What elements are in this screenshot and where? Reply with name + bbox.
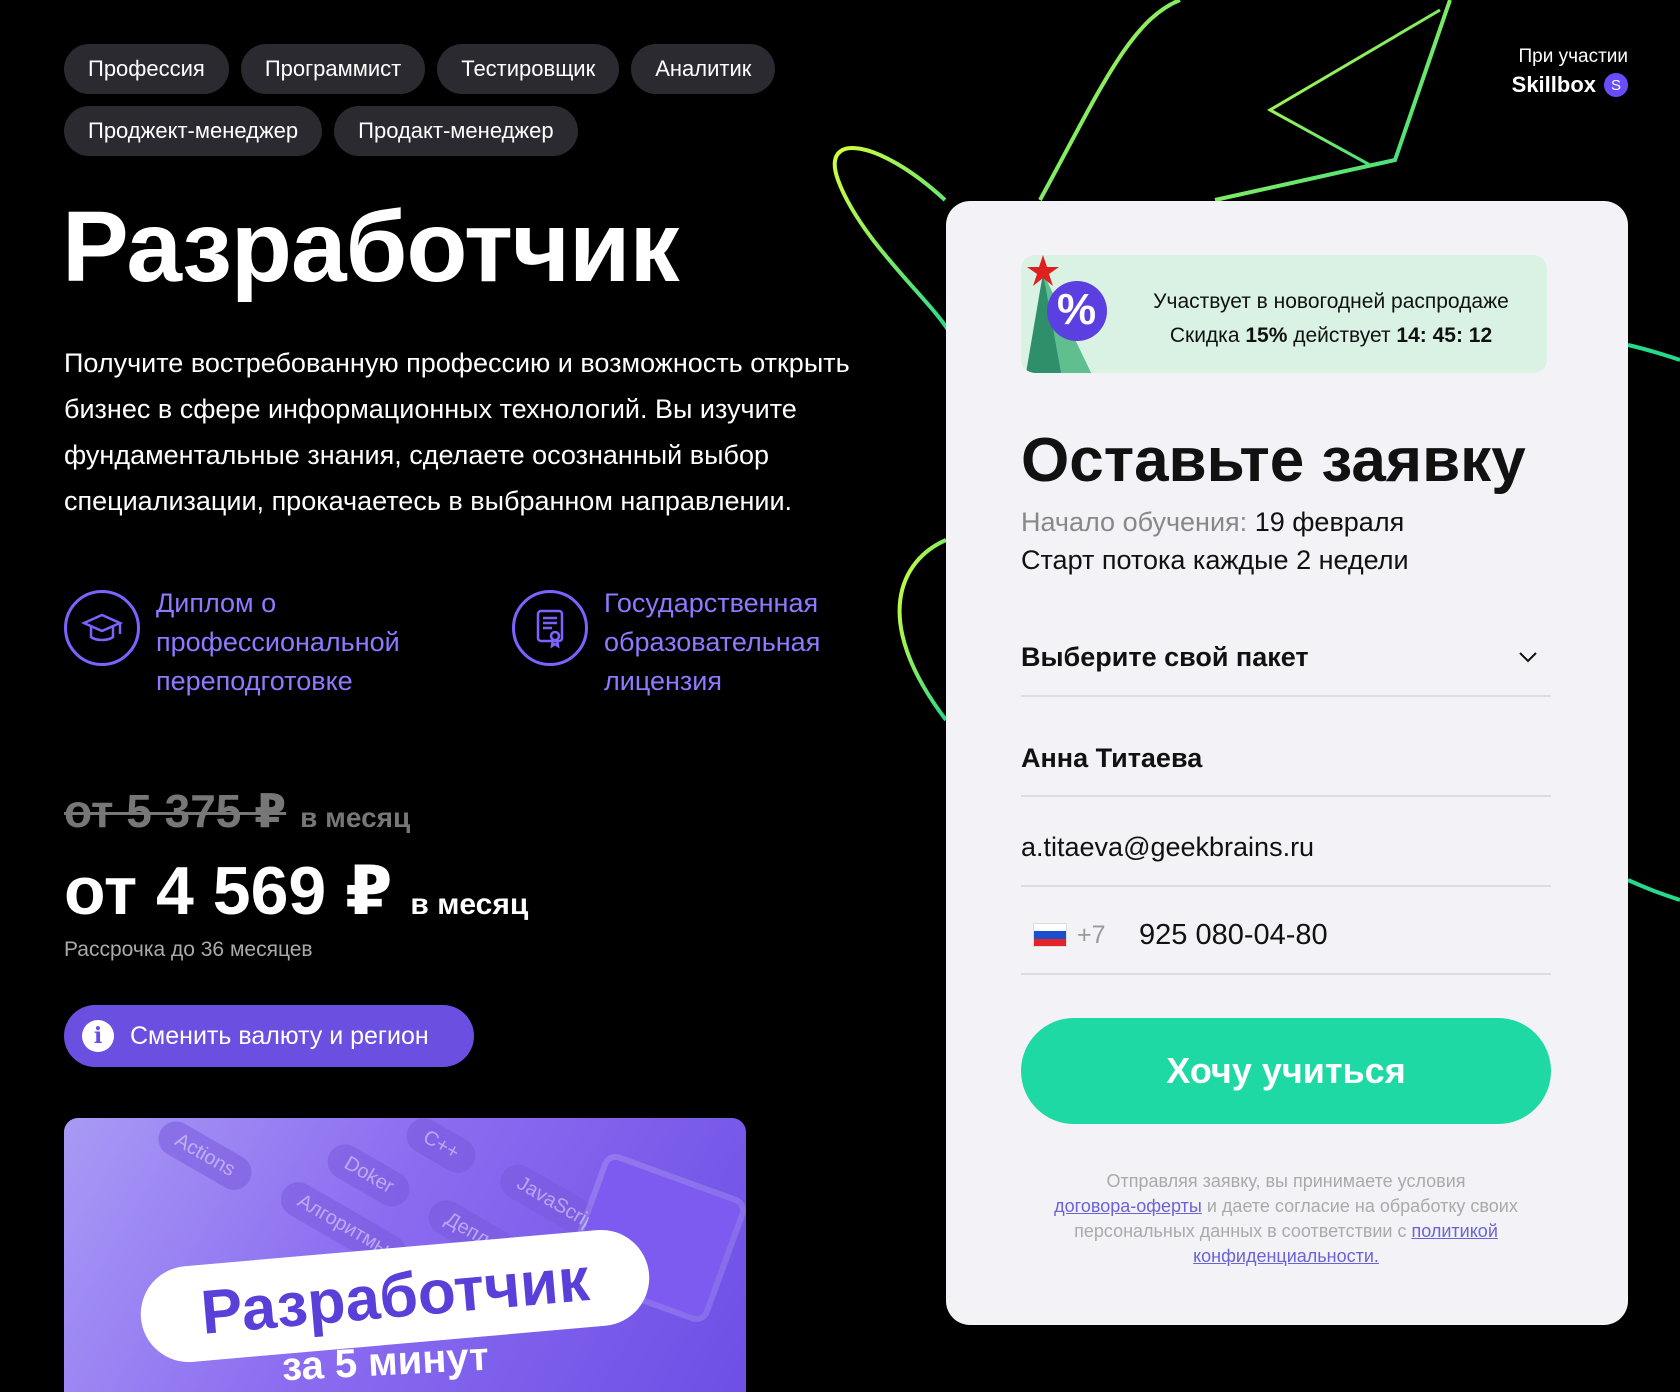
package-select[interactable]: Выберите свой пакет	[1021, 619, 1551, 697]
tag-product-manager[interactable]: Продакт-менеджер	[334, 106, 578, 156]
phone-number: 925 080-04-80	[1139, 918, 1328, 951]
sale-timer: 14: 45: 12	[1396, 324, 1493, 347]
email-field[interactable]: a.titaeva@geekbrains.ru	[1021, 809, 1551, 887]
start-date: 19 февраля	[1254, 507, 1405, 537]
partner-name: Skillbox	[1511, 72, 1596, 97]
tag-analyst[interactable]: Аналитик	[631, 44, 776, 94]
tag-programmer[interactable]: Программист	[240, 44, 426, 94]
profession-tags: Профессия Программист Тестировщик Аналит…	[64, 44, 824, 156]
old-price-value: от 5 375 ₽	[64, 785, 287, 837]
page-title: Разработчик	[62, 191, 680, 303]
submit-button[interactable]: Хочу учиться	[1021, 1018, 1551, 1124]
name-field[interactable]: Анна Титаева	[1021, 721, 1551, 797]
package-placeholder: Выберите свой пакет	[1021, 641, 1309, 672]
price-value: от 4 569 ₽	[64, 853, 393, 929]
partner-block: При участии Skillbox S	[1512, 46, 1628, 98]
feature-diploma-text: Диплом о профессиональной переподготовке	[156, 588, 400, 696]
start-info: Начало обучения: 19 февраля Старт потока…	[1021, 503, 1409, 579]
legal-notice: Отправляя заявку, вы принимаете условия …	[1021, 1169, 1551, 1269]
sale-banner-text: Участвует в новогодней распродаже Скидка…	[1121, 285, 1541, 353]
feature-diploma: Диплом о профессиональной переподготовке	[64, 584, 476, 701]
application-form: % Участвует в новогодней распродаже Скид…	[946, 201, 1628, 1325]
tag-profession[interactable]: Профессия	[64, 44, 229, 94]
partner-label: При участии	[1518, 46, 1628, 67]
feature-license-text: Государственная образовательная лицензия	[604, 588, 821, 696]
current-price: от 4 569 ₽ в месяц	[64, 852, 528, 931]
lead-text: Получите востребованную профессию и возм…	[64, 348, 850, 516]
offer-link[interactable]: договора-оферты	[1054, 1196, 1202, 1216]
partner-brand[interactable]: Skillbox S	[1512, 72, 1628, 98]
video-preview[interactable]: Actions C++ Doker Алгоритмы JavaScript Д…	[64, 1118, 746, 1392]
sale-title: Участвует в новогодней распродаже	[1153, 290, 1509, 313]
old-price-unit: в месяц	[300, 802, 411, 833]
certificate-icon	[512, 590, 588, 666]
change-currency-button[interactable]: i Сменить валюту и регион	[64, 1005, 474, 1067]
tag-tester[interactable]: Тестировщик	[437, 44, 620, 94]
start-label: Начало обучения:	[1021, 507, 1248, 537]
graduation-cap-icon	[64, 590, 140, 666]
installment-note: Рассрочка до 36 месяцев	[64, 938, 313, 961]
russia-flag-icon[interactable]	[1033, 923, 1067, 947]
phone-country-code: +7	[1077, 920, 1106, 949]
sale-banner: % Участвует в новогодней распродаже Скид…	[1021, 255, 1547, 373]
sale-discount-label: Скидка	[1169, 324, 1240, 347]
chevron-down-icon	[1519, 652, 1537, 663]
skillbox-logo-icon: S	[1604, 73, 1628, 97]
form-heading: Оставьте заявку	[1021, 426, 1526, 495]
stream-info: Старт потока каждые 2 недели	[1021, 545, 1409, 575]
legal-text-1: Отправляя заявку, вы принимаете условия	[1106, 1171, 1466, 1191]
change-currency-label: Сменить валюту и регион	[130, 1021, 429, 1050]
price-unit: в месяц	[410, 888, 529, 921]
sale-timer-line: Скидка 15% действует 14: 45: 12	[1121, 319, 1541, 353]
old-price: от 5 375 ₽ в месяц	[64, 784, 410, 838]
sale-valid-label: действует	[1293, 324, 1391, 347]
sale-discount-value: 15%	[1245, 324, 1288, 347]
video-subtitle: за 5 минут	[280, 1334, 490, 1390]
info-icon: i	[82, 1020, 114, 1052]
tag-project-manager[interactable]: Проджект-менеджер	[64, 106, 323, 156]
video-chip: Actions	[152, 1118, 258, 1197]
video-chip: C++	[400, 1118, 482, 1180]
phone-field[interactable]: +7 925 080-04-80	[1021, 897, 1551, 975]
discount-badge-text: %	[1057, 285, 1097, 334]
feature-license: Государственная образовательная лицензия	[512, 584, 924, 701]
